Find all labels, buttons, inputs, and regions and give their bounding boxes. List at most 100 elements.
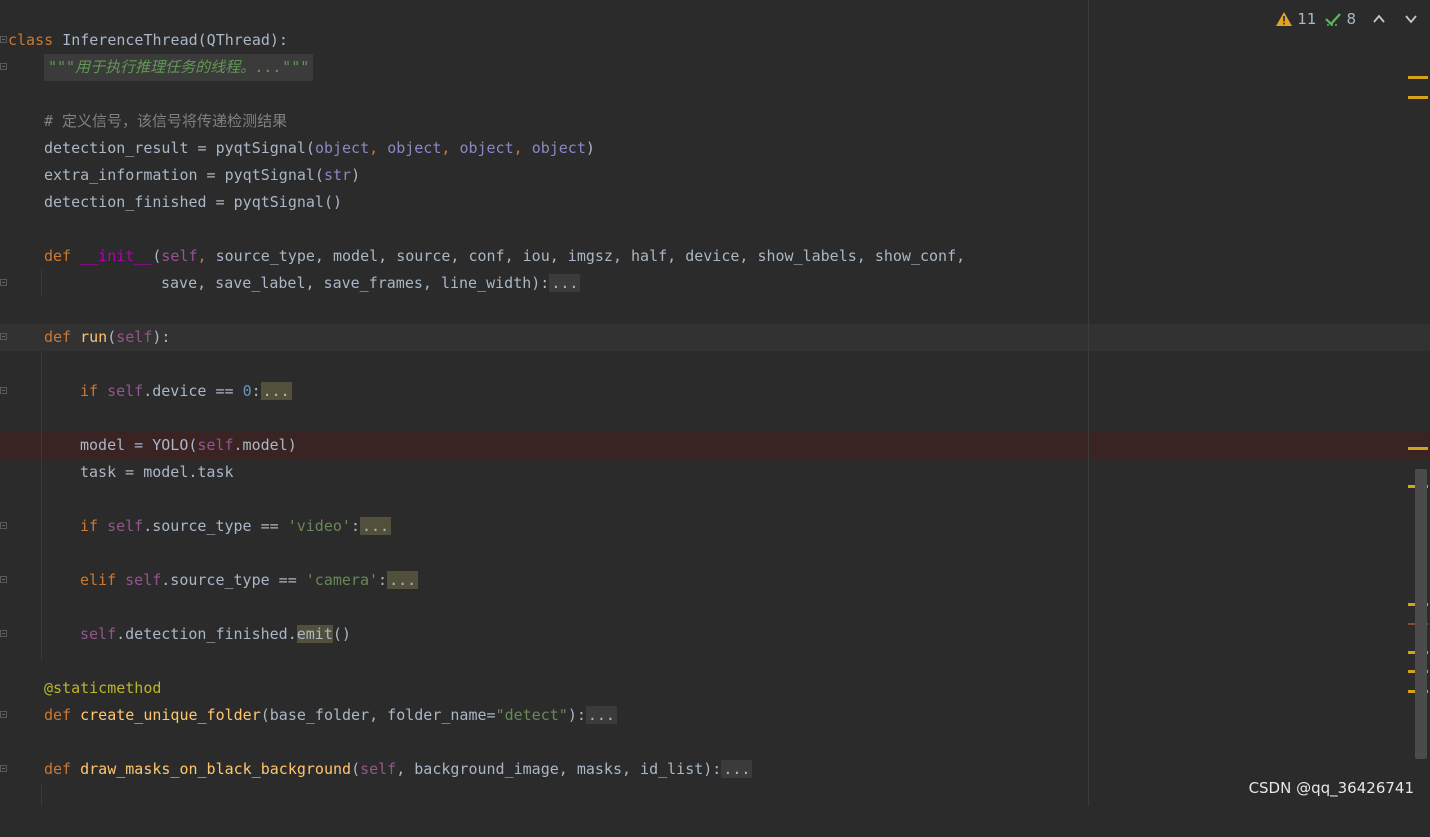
parameters: (base_folder, folder_name=	[260, 706, 496, 724]
watermark: CSDN @qq_36426741	[1248, 779, 1414, 797]
builtin: object	[531, 139, 586, 157]
code-line: # 定义信号，该信号将传递检测结果	[0, 108, 1430, 135]
parameters: save, save_label, save_frames, line_widt…	[161, 274, 550, 292]
code-line: model = YOLO(self.model)	[0, 432, 1430, 459]
warning-mark[interactable]	[1408, 447, 1428, 450]
assignment: detection_result = pyqtSignal(	[44, 139, 315, 157]
indent-guide	[41, 784, 42, 806]
code-line: class InferenceThread(QThread):	[0, 27, 1430, 54]
class-base: (QThread):	[197, 31, 288, 49]
function-name: run	[80, 328, 108, 346]
self-keyword: self	[197, 436, 234, 454]
paren: )	[585, 139, 595, 157]
builtin: str	[323, 166, 352, 184]
self-keyword: self	[161, 247, 198, 265]
warning-mark[interactable]	[1408, 76, 1428, 79]
assignment: task = model.task	[80, 463, 234, 481]
paren: ()	[332, 625, 351, 643]
self-keyword: self	[125, 571, 162, 589]
code-line: def create_unique_folder(base_folder, fo…	[0, 702, 1430, 729]
builtin: object	[459, 139, 514, 157]
code-line: task = model.task	[0, 459, 1430, 486]
paren: )	[351, 166, 361, 184]
assignment: detection_finished = pyqtSignal()	[44, 193, 343, 211]
code-line: detection_finished = pyqtSignal()	[0, 189, 1430, 216]
colon: :	[378, 571, 388, 589]
self-keyword: self	[116, 328, 153, 346]
warnings-count: 11	[1297, 10, 1317, 28]
decorator: @staticmethod	[44, 679, 162, 697]
number: 0	[242, 382, 252, 400]
keyword: def	[44, 328, 72, 346]
code-editor[interactable]: class InferenceThread(QThread): """用于执行推…	[0, 0, 1430, 806]
paren: (	[351, 760, 361, 778]
string: 'camera'	[305, 571, 379, 589]
code-line: self.detection_finished.emit()	[0, 621, 1430, 648]
folded-body[interactable]: ...	[549, 274, 581, 292]
function-name: create_unique_folder	[80, 706, 261, 724]
code-line: def run(self):	[44, 328, 171, 346]
code-line: def draw_masks_on_black_background(self,…	[0, 756, 1430, 783]
paren: ):	[152, 328, 171, 346]
keyword: if	[80, 517, 99, 535]
weak-warnings-count: 8	[1346, 10, 1356, 28]
keyword: elif	[80, 571, 117, 589]
expression: .detection_finished.	[116, 625, 297, 643]
assignment: extra_information = pyqtSignal(	[44, 166, 324, 184]
parameters: source_type, model, source, conf, iou, i…	[215, 247, 966, 265]
expression: .source_type ==	[143, 517, 288, 535]
check-icon	[1325, 13, 1342, 26]
self-keyword: self	[107, 382, 144, 400]
code-line: def __init__(self, source_type, model, s…	[44, 247, 966, 265]
code-line: save, save_label, save_frames, line_widt…	[0, 270, 1430, 297]
code-line: detection_result = pyqtSignal(object, ob…	[0, 135, 1430, 162]
folded-body[interactable]: ...	[721, 760, 753, 778]
expression: .model)	[233, 436, 297, 454]
colon: :	[251, 382, 261, 400]
separator: ,	[441, 139, 460, 157]
warning-icon	[1276, 12, 1293, 26]
builtin: object	[314, 139, 370, 157]
keyword: def	[44, 247, 72, 265]
expression: .source_type ==	[161, 571, 306, 589]
folded-body[interactable]: ...	[585, 706, 617, 724]
folded-body[interactable]: ...	[260, 382, 292, 400]
separator: ,	[369, 139, 388, 157]
warning-mark[interactable]	[1408, 96, 1428, 99]
code-line: if self.source_type == 'video':...	[0, 513, 1430, 540]
parameters: , background_image, masks, id_list):	[396, 760, 722, 778]
separator: ,	[513, 139, 532, 157]
colon: :	[350, 517, 360, 535]
function-name: draw_masks_on_black_background	[80, 760, 352, 778]
self-keyword: self	[107, 517, 144, 535]
function-name: __init__	[80, 247, 153, 265]
folded-body[interactable]: ...	[387, 571, 419, 589]
paren: ):	[567, 706, 586, 724]
warnings-indicator[interactable]: 11	[1275, 10, 1316, 28]
code-line: @staticmethod	[0, 675, 1430, 702]
string: 'video'	[287, 517, 351, 535]
code-line: extra_information = pyqtSignal(str)	[0, 162, 1430, 189]
builtin: object	[387, 139, 442, 157]
expression: .device ==	[143, 382, 243, 400]
method-call: emit	[296, 625, 333, 643]
self-keyword: self	[360, 760, 397, 778]
weak-warnings-indicator[interactable]: 8	[1324, 10, 1356, 28]
vertical-scrollbar[interactable]	[1415, 469, 1427, 759]
folded-body[interactable]: ...	[359, 517, 392, 535]
self-keyword: self	[80, 625, 117, 643]
keyword: if	[80, 382, 99, 400]
keyword: class	[8, 31, 54, 49]
string: "detect"	[495, 706, 568, 724]
class-name: InferenceThread	[62, 31, 198, 49]
code-line: if self.device == 0:...	[0, 378, 1430, 405]
comment: # 定义信号，该信号将传递检测结果	[44, 112, 288, 130]
chevron-up-icon[interactable]	[1372, 12, 1386, 26]
keyword: def	[44, 760, 72, 778]
code-line: elif self.source_type == 'camera':...	[0, 567, 1430, 594]
code-line: """用于执行推理任务的线程。..."""	[0, 54, 1430, 81]
inspection-widget: 11 8	[1275, 8, 1418, 30]
folded-docstring[interactable]: """用于执行推理任务的线程。..."""	[44, 54, 314, 81]
keyword: def	[44, 706, 72, 724]
assignment: model = YOLO(	[80, 436, 198, 454]
